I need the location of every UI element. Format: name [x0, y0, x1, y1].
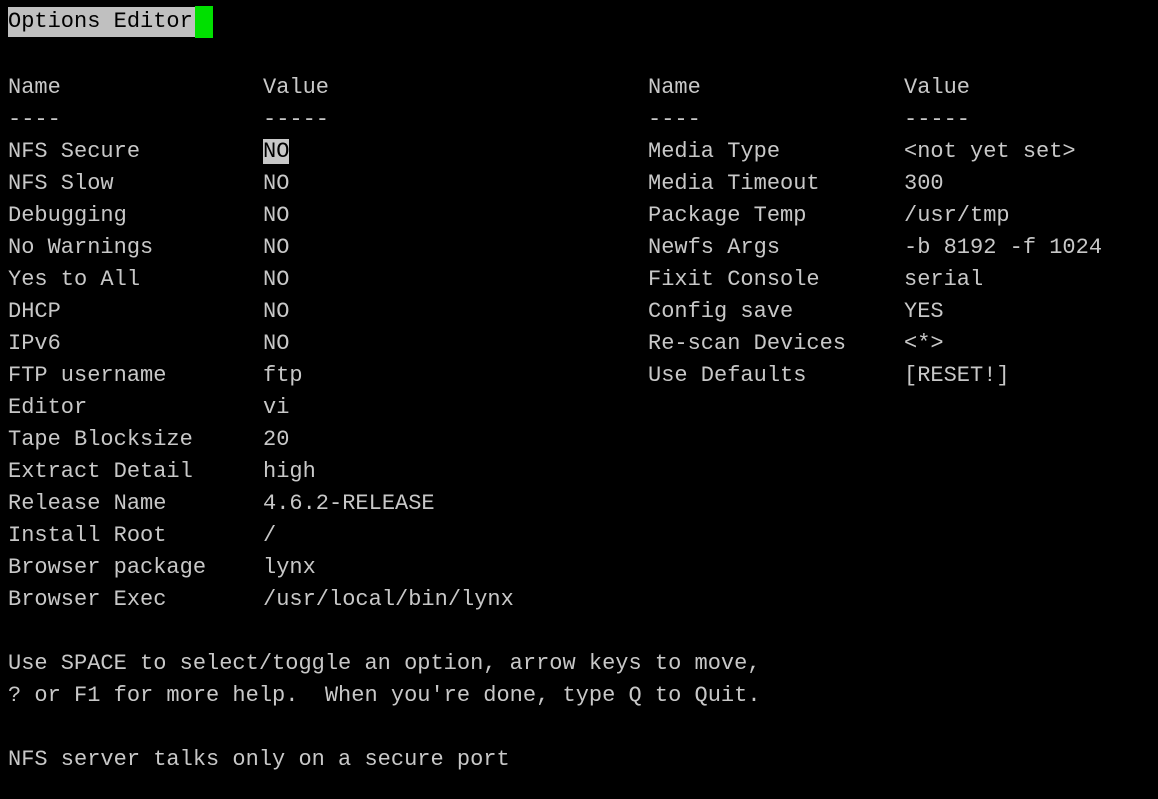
option-value-use-defaults[interactable]: [RESET!] [904, 360, 1010, 392]
left-name-rule: ---- [8, 107, 61, 132]
right-name-rule: ---- [648, 107, 701, 132]
option-value-ipv6[interactable]: NO [263, 328, 289, 360]
right-value-rule: ----- [904, 107, 971, 132]
option-name-newfs-args[interactable]: Newfs Args [648, 232, 780, 264]
right-name-header: Name [648, 75, 701, 100]
option-value-newfs-args[interactable]: -b 8192 -f 1024 [904, 232, 1102, 264]
option-value-nfs-secure[interactable]: NO [263, 136, 290, 168]
help-line-1: Use SPACE to select/toggle an option, ar… [8, 651, 761, 676]
option-value-tape-blocksize[interactable]: 20 [263, 424, 289, 456]
option-value-media-type[interactable]: <not yet set> [904, 136, 1076, 168]
option-name-yes-to-all[interactable]: Yes to All [8, 264, 140, 296]
option-name-tape-blocksize[interactable]: Tape Blocksize [8, 424, 193, 456]
option-name-media-timeout[interactable]: Media Timeout [648, 168, 820, 200]
option-name-config-save[interactable]: Config save [648, 296, 793, 328]
option-value-editor[interactable]: vi [263, 392, 289, 424]
option-value-no-warnings[interactable]: NO [263, 232, 289, 264]
option-value-dhcp[interactable]: NO [263, 296, 289, 328]
option-name-nfs-secure[interactable]: NFS Secure [8, 136, 140, 168]
option-name-use-defaults[interactable]: Use Defaults [648, 360, 806, 392]
option-value-package-temp[interactable]: /usr/tmp [904, 200, 1010, 232]
option-value-nfs-slow[interactable]: NO [263, 168, 289, 200]
option-name-debugging[interactable]: Debugging [8, 200, 127, 232]
option-name-release-name[interactable]: Release Name [8, 488, 166, 520]
text-cursor [194, 6, 213, 38]
option-value-install-root[interactable]: / [263, 520, 276, 552]
option-value-release-name[interactable]: 4.6.2-RELEASE [263, 488, 435, 520]
option-value-debugging[interactable]: NO [263, 200, 289, 232]
left-name-header: Name [8, 75, 61, 100]
option-name-rescan-devices[interactable]: Re-scan Devices [648, 328, 846, 360]
option-value-yes-to-all[interactable]: NO [263, 264, 289, 296]
option-name-extract-detail[interactable]: Extract Detail [8, 456, 193, 488]
option-value-config-save[interactable]: YES [904, 296, 944, 328]
help-line-2: ? or F1 for more help. When you're done,… [8, 683, 761, 708]
option-name-ftp-username[interactable]: FTP username [8, 360, 166, 392]
option-name-media-type[interactable]: Media Type [648, 136, 780, 168]
option-name-ipv6[interactable]: IPv6 [8, 328, 61, 360]
status-line: NFS server talks only on a secure port [8, 747, 510, 772]
option-name-browser-package[interactable]: Browser package [8, 552, 206, 584]
option-value-browser-exec[interactable]: /usr/local/bin/lynx [263, 584, 514, 616]
option-name-no-warnings[interactable]: No Warnings [8, 232, 153, 264]
terminal-screen: Options Editor Name Value Name Value ---… [0, 0, 1158, 799]
left-value-header: Value [263, 75, 330, 100]
option-name-nfs-slow[interactable]: NFS Slow [8, 168, 114, 200]
left-value-rule: ----- [263, 107, 330, 132]
option-value-ftp-username[interactable]: ftp [263, 360, 303, 392]
option-name-dhcp[interactable]: DHCP [8, 296, 61, 328]
option-value-extract-detail[interactable]: high [263, 456, 316, 488]
option-name-install-root[interactable]: Install Root [8, 520, 166, 552]
selected-value[interactable]: NO [263, 139, 290, 164]
window-title: Options Editor [8, 7, 195, 37]
option-name-package-temp[interactable]: Package Temp [648, 200, 806, 232]
title-bar: Options Editor [8, 6, 213, 38]
right-value-header: Value [904, 75, 971, 100]
option-value-media-timeout[interactable]: 300 [904, 168, 944, 200]
option-name-fixit-console[interactable]: Fixit Console [648, 264, 820, 296]
option-name-browser-exec[interactable]: Browser Exec [8, 584, 166, 616]
option-name-editor[interactable]: Editor [8, 392, 87, 424]
option-value-browser-package[interactable]: lynx [263, 552, 316, 584]
option-value-rescan-devices[interactable]: <*> [904, 328, 944, 360]
option-value-fixit-console[interactable]: serial [904, 264, 983, 296]
